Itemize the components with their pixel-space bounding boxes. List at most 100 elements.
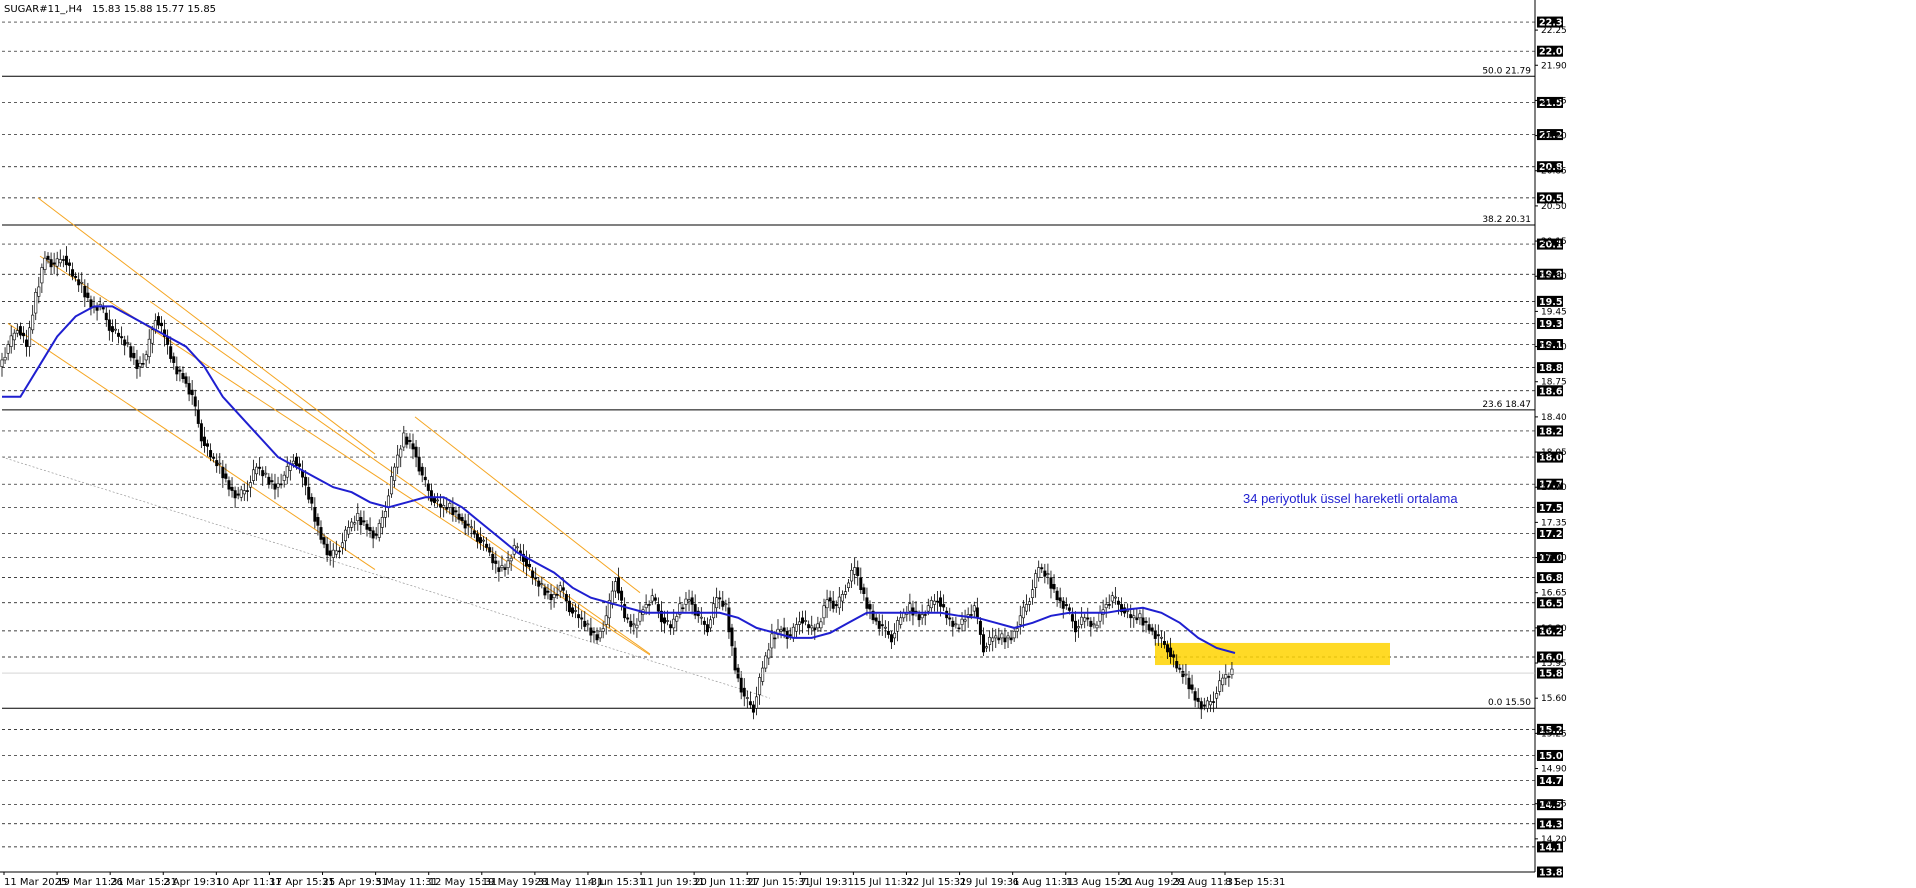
price-tick-label: 16.65	[1541, 589, 1567, 599]
candle-body	[779, 629, 783, 632]
candle-body	[298, 463, 302, 467]
candle-body	[1202, 704, 1206, 707]
candle-body	[1175, 661, 1179, 669]
level-badge-label: 14.78	[1539, 776, 1569, 787]
candle-body	[730, 627, 734, 647]
candle-body	[939, 597, 943, 607]
candle-body	[374, 533, 378, 536]
candle-body	[978, 620, 982, 635]
candle-body	[43, 257, 47, 270]
candle-body	[488, 547, 492, 553]
symbol-title: SUGAR#11_,H4	[4, 4, 82, 15]
candle-body	[896, 620, 900, 632]
candle-body	[31, 314, 35, 331]
candle-body	[6, 344, 10, 354]
candle-body	[1116, 600, 1120, 605]
candle-body	[997, 637, 1001, 641]
candle-body	[218, 462, 222, 465]
candle-body	[113, 328, 117, 331]
candle-body	[1199, 701, 1203, 710]
price-tick-label: 15.60	[1541, 694, 1567, 704]
candle-body	[500, 565, 504, 568]
candle-body	[1113, 596, 1117, 599]
candle-body	[773, 637, 777, 640]
candle-body	[380, 517, 384, 528]
candle-body	[1110, 595, 1114, 602]
price-tick-label: 14.90	[1541, 765, 1567, 775]
candle-body	[1092, 623, 1096, 626]
candle-body	[994, 635, 998, 639]
candle-body	[620, 590, 624, 601]
candle-body	[574, 610, 578, 612]
price-tick-label: 18.75	[1541, 378, 1567, 388]
candle-body	[613, 581, 617, 592]
candle-body	[426, 483, 430, 491]
candle-body	[169, 346, 173, 359]
candle-body	[570, 607, 574, 614]
candle-body	[843, 591, 847, 595]
candle-body	[52, 262, 56, 265]
level-badge-label: 15.03	[1539, 751, 1569, 762]
candle-body	[1083, 617, 1087, 622]
time-tick-label: 4 Jun 15:31	[588, 877, 645, 888]
candle-body	[767, 649, 771, 659]
candle-body	[187, 383, 191, 395]
candle-body	[368, 527, 372, 532]
candle-body	[25, 339, 29, 347]
price-chart[interactable]: 50.0 21.7938.2 20.3123.6 18.470.0 15.50 …	[0, 0, 1916, 888]
candle-body	[3, 356, 7, 361]
candle-body	[935, 600, 939, 603]
candle-body	[242, 490, 246, 495]
candle-body	[448, 502, 452, 508]
candle-body	[1107, 604, 1111, 606]
candle-body	[782, 627, 786, 632]
candle-body	[739, 677, 743, 693]
candle-body	[261, 470, 265, 477]
candle-body	[540, 583, 544, 585]
candle-body	[561, 587, 565, 591]
candle-body	[712, 603, 716, 619]
candle-body	[543, 587, 547, 596]
candle-body	[485, 543, 489, 548]
candle-body	[466, 523, 470, 526]
candle-body	[1024, 604, 1028, 612]
candle-body	[0, 359, 4, 367]
candle-body	[454, 510, 458, 513]
candle-body	[74, 275, 78, 278]
candle-body	[117, 332, 121, 337]
candle-body	[751, 704, 755, 713]
price-tick-label: 17.35	[1541, 518, 1567, 528]
candle-body	[509, 557, 513, 562]
candle-body	[847, 582, 851, 588]
candle-body	[1150, 627, 1154, 632]
candle-body	[264, 472, 268, 475]
candle-body	[702, 620, 706, 625]
candle-body	[877, 620, 881, 629]
candle-body	[67, 262, 71, 266]
candle-body	[564, 594, 568, 602]
candle-body	[255, 466, 259, 475]
candle-body	[577, 614, 581, 619]
candle-body	[1181, 671, 1185, 678]
price-tick-label: 15.95	[1541, 659, 1567, 669]
candle-body	[1037, 567, 1041, 578]
candle-body	[690, 597, 694, 605]
candle-body	[307, 486, 311, 500]
candle-body	[948, 617, 952, 620]
candle-body	[804, 620, 808, 622]
time-tick-label: 2 Apr 19:31	[163, 877, 222, 888]
candle-body	[110, 326, 114, 333]
candle-body	[699, 616, 703, 619]
candle-body	[1178, 667, 1182, 670]
candle-body	[764, 655, 768, 669]
candle-body	[666, 620, 670, 622]
candle-body	[638, 612, 642, 622]
candle-body	[506, 560, 510, 568]
candle-body	[193, 396, 197, 407]
candle-body	[831, 600, 835, 609]
candle-body	[985, 646, 989, 649]
candle-body	[420, 466, 424, 476]
candle-body	[233, 490, 237, 499]
candle-body	[252, 469, 256, 481]
candle-body	[230, 486, 234, 491]
